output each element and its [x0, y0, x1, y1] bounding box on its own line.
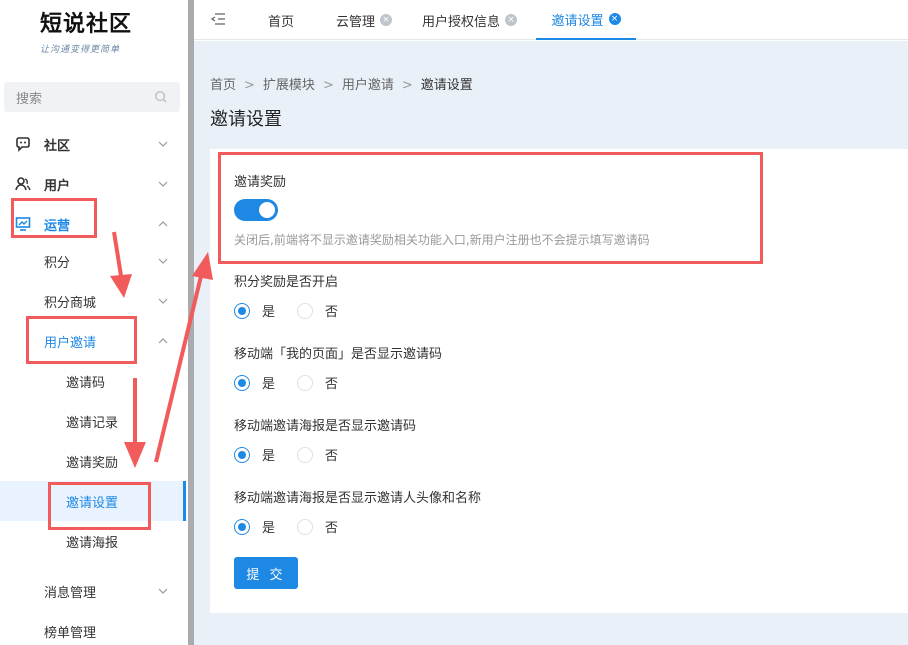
radio-yes-label: 是 [262, 449, 276, 464]
close-icon[interactable]: × [505, 14, 518, 26]
tab-license[interactable]: 用户授权信息 × [422, 0, 518, 40]
logo-title: 短说社区 [40, 11, 133, 37]
radio-no[interactable] [297, 374, 314, 391]
tab-invite-settings[interactable]: 邀请设置 × [536, 0, 636, 40]
radio-yes-label: 是 [262, 521, 276, 536]
breadcrumb-separator: > [244, 78, 255, 93]
radio-no-label: 否 [325, 305, 339, 320]
chevron-down-icon [158, 141, 168, 147]
search-input[interactable]: 搜索 [4, 82, 180, 112]
close-icon[interactable]: × [608, 13, 621, 25]
sidebar-item-label: 运营 [44, 218, 71, 234]
tab-bar: 首页 云管理 × 用户授权信息 × 邀请设置 × [194, 0, 908, 40]
toggle-knob [259, 202, 275, 218]
radio-no-label: 否 [325, 521, 339, 536]
breadcrumb-item[interactable]: 扩展模块 [263, 78, 315, 93]
radio-no[interactable] [297, 446, 314, 463]
radio-no-label: 否 [325, 449, 339, 464]
sidebar-item-messages[interactable]: 消息管理 [0, 571, 186, 611]
chevron-down-icon [158, 181, 168, 187]
reward-toggle[interactable] [234, 199, 278, 221]
radio-no-label: 否 [325, 377, 339, 392]
breadcrumb-item[interactable]: 首页 [210, 78, 236, 93]
radio-no[interactable] [297, 518, 314, 535]
breadcrumb: 首页 > 扩展模块 > 用户邀请 > 邀请设置 [210, 74, 473, 93]
sidebar-item-invite-rewards[interactable]: 邀请奖励 [0, 441, 186, 481]
sidebar-item-invite-code[interactable]: 邀请码 [0, 361, 186, 401]
logo-slogan: 让沟通变得更简单 [40, 45, 121, 55]
reward-help-text: 关闭后,前端将不显示邀请奖励相关功能入口,新用户注册也不会提示填写邀请码 [234, 233, 650, 247]
sidebar-item-label: 社区 [44, 138, 71, 154]
main-content: 首页 > 扩展模块 > 用户邀请 > 邀请设置 邀请设置 邀请奖励 关闭后,前端将不显示邀请… [194, 41, 908, 645]
tab-label: 云管理 [336, 14, 376, 30]
sidebar-item-rankings[interactable]: 榜单管理 [0, 611, 186, 645]
sidebar-item-user-invite[interactable]: 用户邀请 [0, 321, 186, 361]
radio-yes[interactable] [234, 446, 250, 463]
radio-yes[interactable] [234, 518, 250, 535]
tab-label: 用户授权信息 [422, 14, 501, 30]
submit-button[interactable]: 提 交 [234, 557, 298, 589]
sidebar-item-label: 积分 [44, 255, 71, 271]
chevron-up-icon [158, 338, 168, 344]
logo: 短说社区 让沟通变得更简单 [40, 6, 160, 62]
search-placeholder: 搜索 [16, 91, 43, 107]
poster-avatar-label: 移动端邀请海报是否显示邀请人头像和名称 [234, 491, 482, 506]
close-icon[interactable]: × [380, 14, 393, 26]
tab-cloud[interactable]: 云管理 × [336, 0, 393, 40]
sidebar-item-operations[interactable]: 运营 [0, 204, 186, 244]
sidebar-item-community[interactable]: 社区 [0, 124, 186, 164]
chevron-up-icon [158, 221, 168, 227]
sidebar-item-label: 邀请设置 [66, 495, 119, 511]
active-indicator [183, 481, 186, 521]
monitor-icon [14, 215, 32, 233]
sidebar-item-label: 用户邀请 [44, 335, 97, 351]
breadcrumb-current: 邀请设置 [420, 78, 473, 93]
sidebar-item-points[interactable]: 积分 [0, 241, 186, 281]
radio-yes[interactable] [234, 374, 250, 391]
radio-no[interactable] [297, 302, 314, 319]
points-reward-radio-group: 是 否 [234, 301, 360, 320]
sidebar-item-label: 邀请记录 [66, 415, 119, 431]
search-icon [155, 91, 167, 103]
sidebar-item-invite-records[interactable]: 邀请记录 [0, 401, 186, 441]
breadcrumb-item[interactable]: 用户邀请 [342, 78, 394, 93]
poster-code-radio-group: 是 否 [234, 445, 360, 464]
chevron-down-icon [158, 258, 168, 264]
radio-yes-label: 是 [262, 305, 276, 320]
chevron-down-icon [158, 588, 168, 594]
tab-home[interactable]: 首页 [268, 0, 294, 40]
sidebar-item-label: 消息管理 [44, 585, 97, 601]
sidebar-item-label: 积分商城 [44, 295, 97, 311]
sidebar: 短说社区 让沟通变得更简单 搜索 社区 用户 运营 积分 积分商城 用户邀请 邀… [0, 0, 190, 645]
sidebar-item-label: 用户 [44, 178, 71, 194]
sidebar-item-points-mall[interactable]: 积分商城 [0, 281, 186, 321]
sidebar-item-label: 邀请码 [66, 375, 106, 391]
radio-yes-label: 是 [262, 377, 276, 392]
chevron-down-icon [158, 298, 168, 304]
my-page-code-label: 移动端「我的页面」是否显示邀请码 [234, 347, 443, 362]
my-page-code-radio-group: 是 否 [234, 373, 360, 392]
points-reward-label: 积分奖励是否开启 [234, 275, 339, 290]
page-title: 邀请设置 [210, 109, 282, 130]
poster-avatar-radio-group: 是 否 [234, 517, 360, 536]
chat-icon [14, 135, 32, 153]
sidebar-item-label: 邀请奖励 [66, 455, 119, 471]
sidebar-item-users[interactable]: 用户 [0, 164, 186, 204]
tab-label: 邀请设置 [551, 13, 604, 29]
breadcrumb-separator: > [322, 78, 334, 93]
settings-form: 邀请奖励 关闭后,前端将不显示邀请奖励相关功能入口,新用户注册也不会提示填写邀请… [210, 149, 908, 613]
sidebar-item-label: 邀请海报 [66, 535, 119, 551]
sidebar-item-invite-poster[interactable]: 邀请海报 [0, 521, 186, 561]
sidebar-item-label: 榜单管理 [44, 625, 97, 641]
poster-code-label: 移动端邀请海报是否显示邀请码 [234, 419, 417, 434]
collapse-menu-icon[interactable] [210, 12, 226, 26]
breadcrumb-separator: > [401, 78, 413, 93]
tab-label: 首页 [268, 14, 295, 30]
users-icon [14, 175, 32, 193]
sidebar-item-invite-settings[interactable]: 邀请设置 [0, 481, 186, 521]
reward-label: 邀请奖励 [234, 175, 287, 190]
radio-yes[interactable] [234, 302, 250, 319]
